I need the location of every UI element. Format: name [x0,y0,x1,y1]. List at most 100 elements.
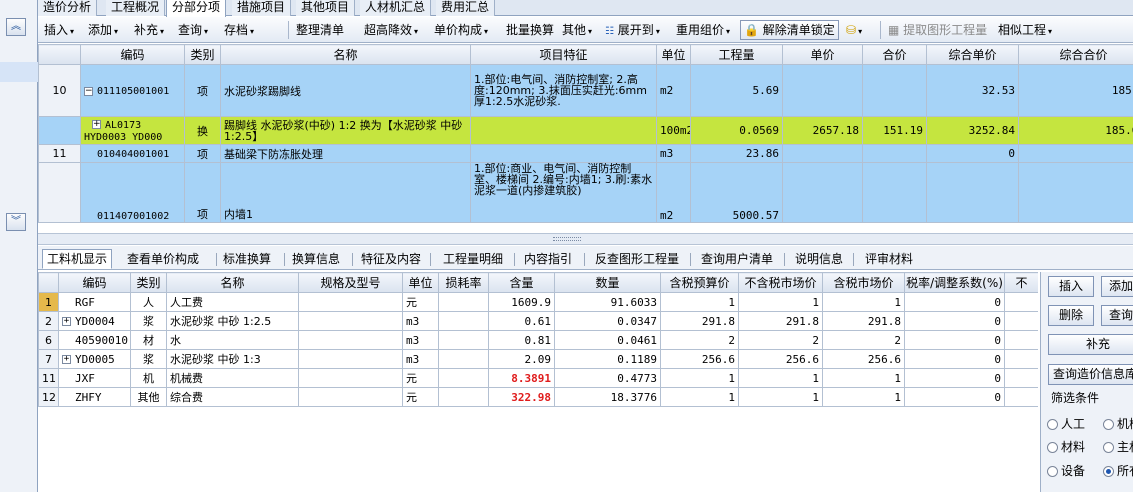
column-header-code[interactable]: 编码 [80,44,185,65]
material-code-cell[interactable]: RGF [58,292,131,312]
column-header-quantity[interactable]: 工程量 [690,44,783,65]
item-code-cell[interactable]: −011105001001 [80,64,185,117]
loss-rate-cell[interactable] [438,292,489,312]
filter-option-machine[interactable]: 机械 [1103,415,1133,432]
item-type-cell[interactable]: 换 [184,116,221,145]
content-cell[interactable]: 0.81 [488,330,555,350]
table-row[interactable]: 011407001002 项 内墙1 1.部位:商业、电气间、消防控制室、楼梯间… [38,162,1133,223]
tax-rate-cell[interactable]: 0 [904,330,1005,350]
expand-to-menu[interactable]: ☷ 展开到 ▾ [605,22,660,38]
column-header-tax-budget-price[interactable]: 含税预算价 [660,272,739,293]
ex-tax-market-price-cell[interactable]: 291.8 [738,311,823,331]
quantity-cell[interactable]: 18.3776 [554,387,661,407]
tab-unit-price-composition[interactable]: 查看单价构成 [122,249,204,269]
expand-icon[interactable]: + [62,355,71,364]
query-menu[interactable]: 查询 ▾ [178,22,208,38]
material-type-cell[interactable]: 人 [130,292,167,312]
item-quantity-cell[interactable]: 5000.57 [690,162,783,223]
column-header-index[interactable] [38,44,81,65]
item-comp-total-cell[interactable]: 0 [1018,144,1133,163]
tax-market-price-cell[interactable]: 1 [822,368,905,388]
item-total-cell[interactable] [862,162,927,223]
tab-project-overview[interactable]: 工程概况 [106,0,166,16]
left-panel-selected-row[interactable] [0,62,38,82]
material-type-cell[interactable]: 机 [130,368,167,388]
organize-list-button[interactable]: 整理清单 [296,22,344,38]
extra-cell[interactable] [1004,311,1038,331]
paint-bucket-menu[interactable]: ⛁ ▾ [846,22,862,38]
item-comp-total-cell[interactable]: 185.1 [1018,64,1133,117]
quantity-cell[interactable]: 0.0347 [554,311,661,331]
table-row[interactable]: 11 010404001001 项 基础梁下防冻胀处理 m3 23.86 0 0 [38,144,1133,163]
tab-conversion-info[interactable]: 换算信息 [287,249,345,269]
item-name-cell[interactable]: 基础梁下防冻胀处理 [220,144,471,163]
tax-rate-cell[interactable]: 0 [904,349,1005,369]
filter-option-all[interactable]: 所有 [1103,462,1133,479]
tax-budget-price-cell[interactable]: 1 [660,387,739,407]
tab-labor-material-machine[interactable]: 人材机汇总 [360,0,432,16]
supplement-menu[interactable]: 补充 ▾ [134,22,164,38]
tax-rate-cell[interactable]: 0 [904,368,1005,388]
query-button[interactable]: 查询 [1101,305,1133,326]
column-header-feature[interactable]: 项目特征 [470,44,657,65]
tax-market-price-cell[interactable]: 256.6 [822,349,905,369]
quantity-cell[interactable]: 0.0461 [554,330,661,350]
material-type-cell[interactable]: 浆 [130,349,167,369]
column-header-type[interactable]: 类别 [184,44,221,65]
archive-menu[interactable]: 存档 ▾ [224,22,254,38]
tax-budget-price-cell[interactable]: 291.8 [660,311,739,331]
tab-quantity-detail[interactable]: 工程量明细 [438,249,508,269]
material-type-cell[interactable]: 其他 [130,387,167,407]
column-header-total[interactable]: 合价 [862,44,927,65]
column-header-code[interactable]: 编码 [58,272,131,293]
tax-budget-price-cell[interactable]: 2 [660,330,739,350]
item-comp-total-cell[interactable] [1018,162,1133,223]
similar-project-menu[interactable]: 相似工程 ▾ [998,22,1052,38]
column-header-tax-market-price[interactable]: 含税市场价 [822,272,905,293]
material-name-cell[interactable]: 人工费 [166,292,299,312]
material-spec-cell[interactable] [298,387,403,407]
table-row[interactable]: 11 JXF 机机械费元 8.3891 0.4773 1 1 1 0 [38,368,1038,388]
extra-cell[interactable] [1004,349,1038,369]
item-feature-cell[interactable]: 1.部位:商业、电气间、消防控制室、楼梯间 2.编号:内墙1; 3.刷:素水泥浆… [470,162,657,223]
unit-price-composition-menu[interactable]: 单价构成 ▾ [434,22,488,38]
item-comp-price-cell[interactable]: 3252.84 [926,116,1019,145]
column-header-extra[interactable]: 不 [1004,272,1038,293]
content-cell[interactable]: 322.98 [488,387,555,407]
item-unit-cell[interactable]: m3 [656,144,691,163]
item-feature-cell[interactable] [470,116,657,145]
extra-cell[interactable] [1004,292,1038,312]
item-comp-total-cell[interactable]: 185.09 [1018,116,1133,145]
item-unit-price-cell[interactable] [782,144,863,163]
column-header-name[interactable]: 名称 [166,272,299,293]
other-menu[interactable]: 其他 ▾ [562,22,592,38]
material-name-cell[interactable]: 水泥砂浆 中砂 1:3 [166,349,299,369]
material-spec-cell[interactable] [298,292,403,312]
filter-option-labor[interactable]: 人工 [1047,415,1085,432]
tab-cost-analysis[interactable]: 造价分析 [38,0,98,16]
quantity-cell[interactable]: 0.1189 [554,349,661,369]
item-quantity-cell[interactable]: 5.69 [690,64,783,117]
tax-rate-cell[interactable]: 0 [904,387,1005,407]
tab-description-info[interactable]: 说明信息 [790,249,848,269]
item-type-cell[interactable]: 项 [184,64,221,117]
item-unit-price-cell[interactable] [782,64,863,117]
material-code-cell[interactable]: 40590010 [58,330,131,350]
material-code-cell[interactable]: JXF [58,368,131,388]
delete-button[interactable]: 删除 [1048,305,1094,326]
loss-rate-cell[interactable] [438,368,489,388]
material-unit-cell[interactable]: m3 [402,349,439,369]
item-type-cell[interactable]: 项 [184,162,221,223]
item-comp-price-cell[interactable]: 32.53 [926,64,1019,117]
ex-tax-market-price-cell[interactable]: 2 [738,330,823,350]
item-name-cell[interactable]: 水泥砂浆踢脚线 [220,64,471,117]
super-reduce-menu[interactable]: 超高降效 ▾ [364,22,418,38]
material-name-cell[interactable]: 综合费 [166,387,299,407]
item-feature-cell[interactable]: 1.部位:电气间、消防控制室; 2.高度:120mm; 3.抹面压实赶光:6mm… [470,64,657,117]
table-row[interactable]: 12 ZHFY 其他 综合费元 322.98 18.3776 1 1 1 0 [38,387,1038,407]
material-unit-cell[interactable]: 元 [402,292,439,312]
material-code-cell[interactable]: + YD0005 [58,349,131,369]
tab-reverse-graphic-quantity[interactable]: 反查图形工程量 [590,249,684,269]
add-menu[interactable]: 添加 ▾ [88,22,118,38]
material-spec-cell[interactable] [298,311,403,331]
